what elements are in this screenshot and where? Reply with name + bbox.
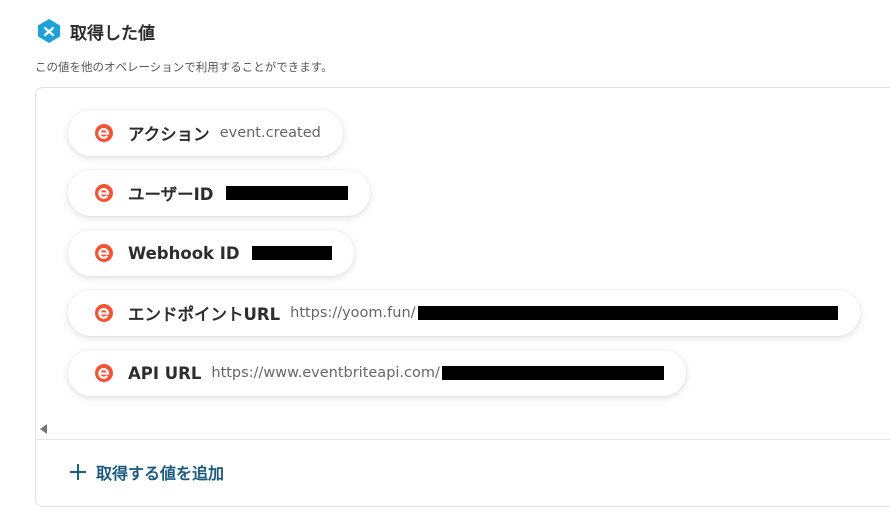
eventbrite-logo-icon <box>95 364 113 382</box>
value-chip-action[interactable]: アクション event.created <box>68 110 343 156</box>
value-chip-endpoint-url[interactable]: エンドポイントURL https://yoom.fun/ <box>68 290 860 336</box>
value-label: API URL <box>128 363 202 383</box>
eventbrite-logo-icon <box>95 124 113 142</box>
value-chip-user-id[interactable]: ユーザーID <box>68 170 370 216</box>
section-header: 取得した値 <box>36 18 155 44</box>
value-label: エンドポイントURL <box>128 305 281 324</box>
eventbrite-logo-icon <box>95 184 113 202</box>
divider <box>36 439 890 440</box>
value-chip-api-url[interactable]: API URL https://www.eventbriteapi.com/ <box>68 350 686 396</box>
value-text: https://yoom.fun/ <box>290 305 416 321</box>
add-value-button[interactable]: 取得する値を追加 <box>70 460 224 484</box>
values-panel: アクション event.created ユーザーID Webhook ID エン… <box>35 87 890 507</box>
add-value-label: 取得する値を追加 <box>96 464 225 483</box>
redacted-value <box>441 366 664 380</box>
value-chip-webhook-id[interactable]: Webhook ID <box>68 230 354 276</box>
plus-icon <box>70 464 86 480</box>
redacted-value <box>251 246 332 260</box>
redacted-value <box>225 186 348 200</box>
eventbrite-logo-icon <box>95 244 113 262</box>
redacted-value <box>417 306 838 320</box>
value-label: アクション <box>128 125 210 144</box>
value-label: Webhook ID <box>128 243 240 263</box>
section-description: この値を他のオペレーションで利用することができます。 <box>35 60 333 74</box>
scroll-left-arrow-icon[interactable] <box>40 424 47 434</box>
value-label: ユーザーID <box>128 185 214 204</box>
value-text: https://www.eventbriteapi.com/ <box>211 365 440 381</box>
section-title: 取得した値 <box>70 23 155 44</box>
eventbrite-logo-icon <box>95 304 113 322</box>
value-text: event.created <box>219 125 321 141</box>
yoom-hexagon-icon <box>38 19 60 43</box>
